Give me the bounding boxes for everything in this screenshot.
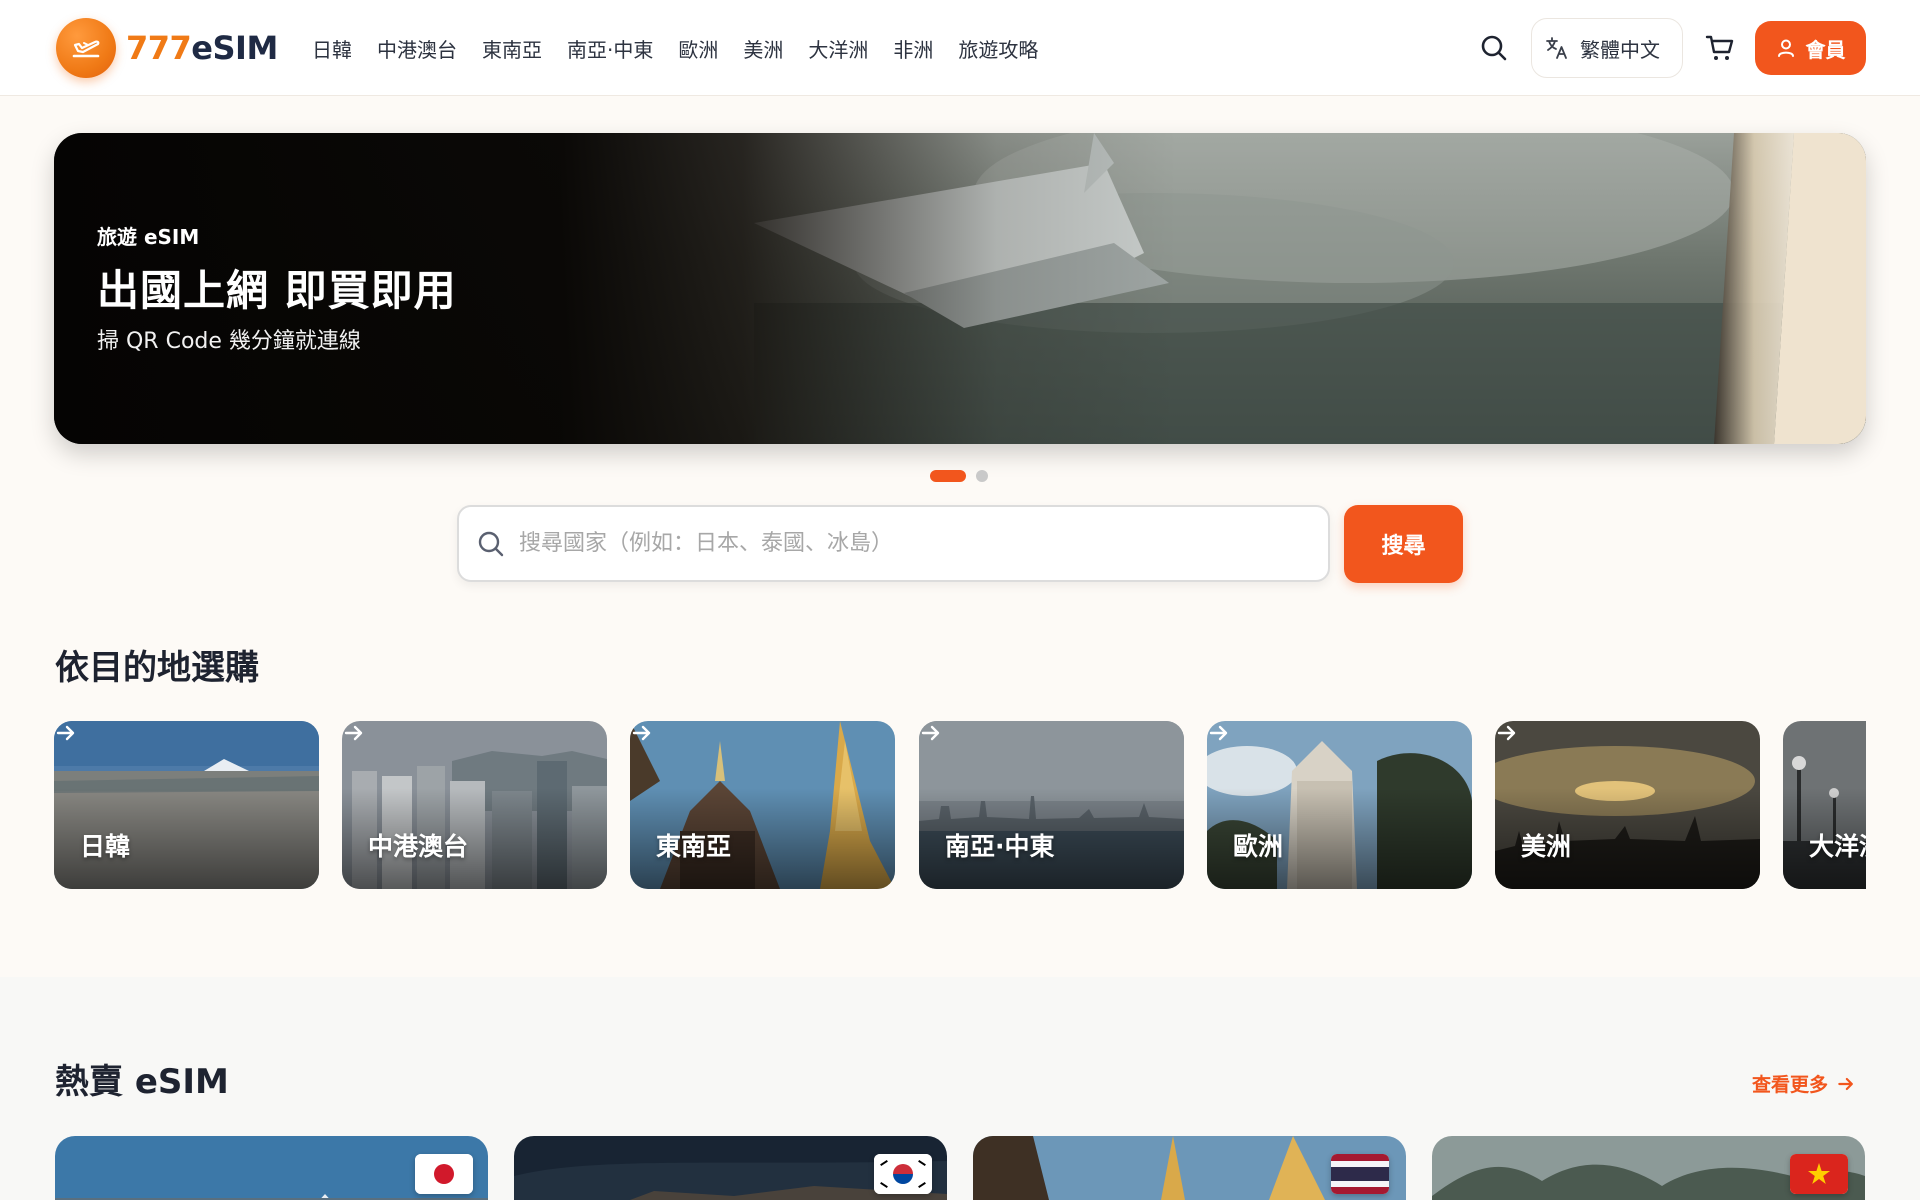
translate-icon bbox=[1546, 37, 1567, 59]
destination-label: 中港澳台 bbox=[368, 832, 469, 861]
flag-vietnam-icon bbox=[1790, 1154, 1848, 1194]
country-search-input[interactable] bbox=[519, 531, 1299, 556]
nav-item-travel-guide[interactable]: 旅遊攻略 bbox=[958, 34, 1038, 63]
card-overlay bbox=[630, 721, 895, 889]
destination-label: 南亞·中東 bbox=[945, 832, 1055, 861]
plane-logo-icon bbox=[56, 18, 116, 78]
nav-item-japan-korea[interactable]: 日韓 bbox=[312, 34, 352, 63]
nav-item-africa[interactable]: 非洲 bbox=[893, 34, 933, 63]
arrow-right-icon bbox=[56, 725, 75, 741]
card-overlay bbox=[54, 721, 319, 889]
nav-item-americas[interactable]: 美洲 bbox=[743, 34, 783, 63]
card-overlay bbox=[1783, 721, 1866, 889]
destination-card-oceania[interactable]: 大洋洲 bbox=[1783, 721, 1866, 889]
arrow-right-icon bbox=[1209, 725, 1228, 741]
esim-card-thailand[interactable] bbox=[973, 1136, 1406, 1200]
language-label: 繁體中文 bbox=[1580, 37, 1660, 62]
logo-text: 777eSIM bbox=[126, 29, 278, 67]
language-selector[interactable]: 繁體中文 bbox=[1531, 18, 1683, 78]
nav-item-europe[interactable]: 歐洲 bbox=[678, 34, 718, 63]
flag-thailand-icon bbox=[1331, 1154, 1389, 1194]
search-button[interactable]: 搜尋 bbox=[1344, 505, 1463, 583]
hot-esim-title: 熱賣 eSIM bbox=[55, 1062, 229, 1102]
destination-label: 大洋洲 bbox=[1809, 832, 1866, 861]
hero-kicker: 旅遊 eSIM bbox=[97, 225, 200, 249]
card-overlay bbox=[1207, 721, 1472, 889]
card-overlay bbox=[342, 721, 607, 889]
arrow-right-icon bbox=[1497, 725, 1516, 741]
destination-card-europe[interactable]: 歐洲 bbox=[1207, 721, 1472, 889]
destination-card-greater-china[interactable]: 中港澳台 bbox=[342, 721, 607, 889]
card-overlay bbox=[1495, 721, 1760, 889]
arrow-right-icon bbox=[921, 725, 940, 741]
hero-subtitle: 掃 QR Code 幾分鐘就連線 bbox=[97, 329, 361, 354]
destination-card-japan-korea[interactable]: 日韓 bbox=[54, 721, 319, 889]
destination-label: 日韓 bbox=[80, 832, 131, 861]
esim-card-japan[interactable] bbox=[55, 1136, 488, 1200]
member-button[interactable]: 會員 bbox=[1755, 21, 1866, 75]
flag-japan-icon bbox=[415, 1154, 473, 1194]
destination-label: 東南亞 bbox=[656, 832, 732, 861]
cart-button[interactable] bbox=[1703, 31, 1737, 65]
destination-card-americas[interactable]: 美洲 bbox=[1495, 721, 1760, 889]
nav-item-southeast-asia[interactable]: 東南亞 bbox=[482, 34, 542, 63]
nav-item-south-asia-middle-east[interactable]: 南亞·中東 bbox=[567, 34, 653, 63]
esim-card-korea[interactable] bbox=[514, 1136, 947, 1200]
header-search-button[interactable] bbox=[1478, 32, 1510, 64]
carousel-dots bbox=[930, 470, 988, 482]
search-icon bbox=[1481, 35, 1507, 61]
user-icon bbox=[1777, 39, 1794, 57]
destination-card-southeast-asia[interactable]: 東南亞 bbox=[630, 721, 895, 889]
carousel-dot-2[interactable] bbox=[976, 470, 988, 482]
destination-label: 歐洲 bbox=[1233, 832, 1284, 861]
nav-item-greater-china[interactable]: 中港澳台 bbox=[377, 34, 457, 63]
main-nav: 日韓 中港澳台 東南亞 南亞·中東 歐洲 美洲 大洋洲 非洲 旅遊攻略 bbox=[312, 0, 1038, 96]
search-icon bbox=[478, 531, 504, 556]
cart-icon bbox=[1705, 35, 1734, 60]
arrow-right-icon bbox=[632, 725, 651, 741]
nav-item-oceania[interactable]: 大洋洲 bbox=[808, 34, 868, 63]
hero-title: 出國上網 即買即用 bbox=[97, 266, 457, 315]
view-more-label: 查看更多 bbox=[1752, 1074, 1829, 1096]
hero-banner[interactable]: 旅遊 eSIM 出國上網 即買即用 掃 QR Code 幾分鐘就連線 bbox=[54, 133, 1866, 444]
destination-carousel: 日韓 中港澳台 東南亞 南亞·中東 歐洲 美洲 大洋 bbox=[54, 721, 1866, 889]
top-header: 777eSIM 日韓 中港澳台 東南亞 南亞·中東 歐洲 美洲 大洋洲 非洲 旅… bbox=[0, 0, 1920, 96]
logo-number: 777 bbox=[126, 29, 192, 67]
flag-korea-icon bbox=[874, 1154, 932, 1194]
destination-card-south-asia-middle-east[interactable]: 南亞·中東 bbox=[919, 721, 1184, 889]
card-overlay bbox=[919, 721, 1184, 889]
destination-label: 美洲 bbox=[1521, 832, 1572, 861]
arrow-right-icon bbox=[1838, 1077, 1853, 1090]
country-search-box bbox=[457, 505, 1330, 582]
destinations-title: 依目的地選購 bbox=[55, 648, 259, 688]
member-label: 會員 bbox=[1805, 37, 1846, 62]
view-more-link[interactable]: 查看更多 bbox=[1752, 1070, 1856, 1097]
logo[interactable]: 777eSIM bbox=[56, 18, 278, 78]
carousel-dot-1[interactable] bbox=[930, 470, 966, 482]
logo-word: eSIM bbox=[191, 29, 278, 67]
esim-card-vietnam[interactable] bbox=[1432, 1136, 1865, 1200]
arrow-right-icon bbox=[344, 725, 363, 741]
